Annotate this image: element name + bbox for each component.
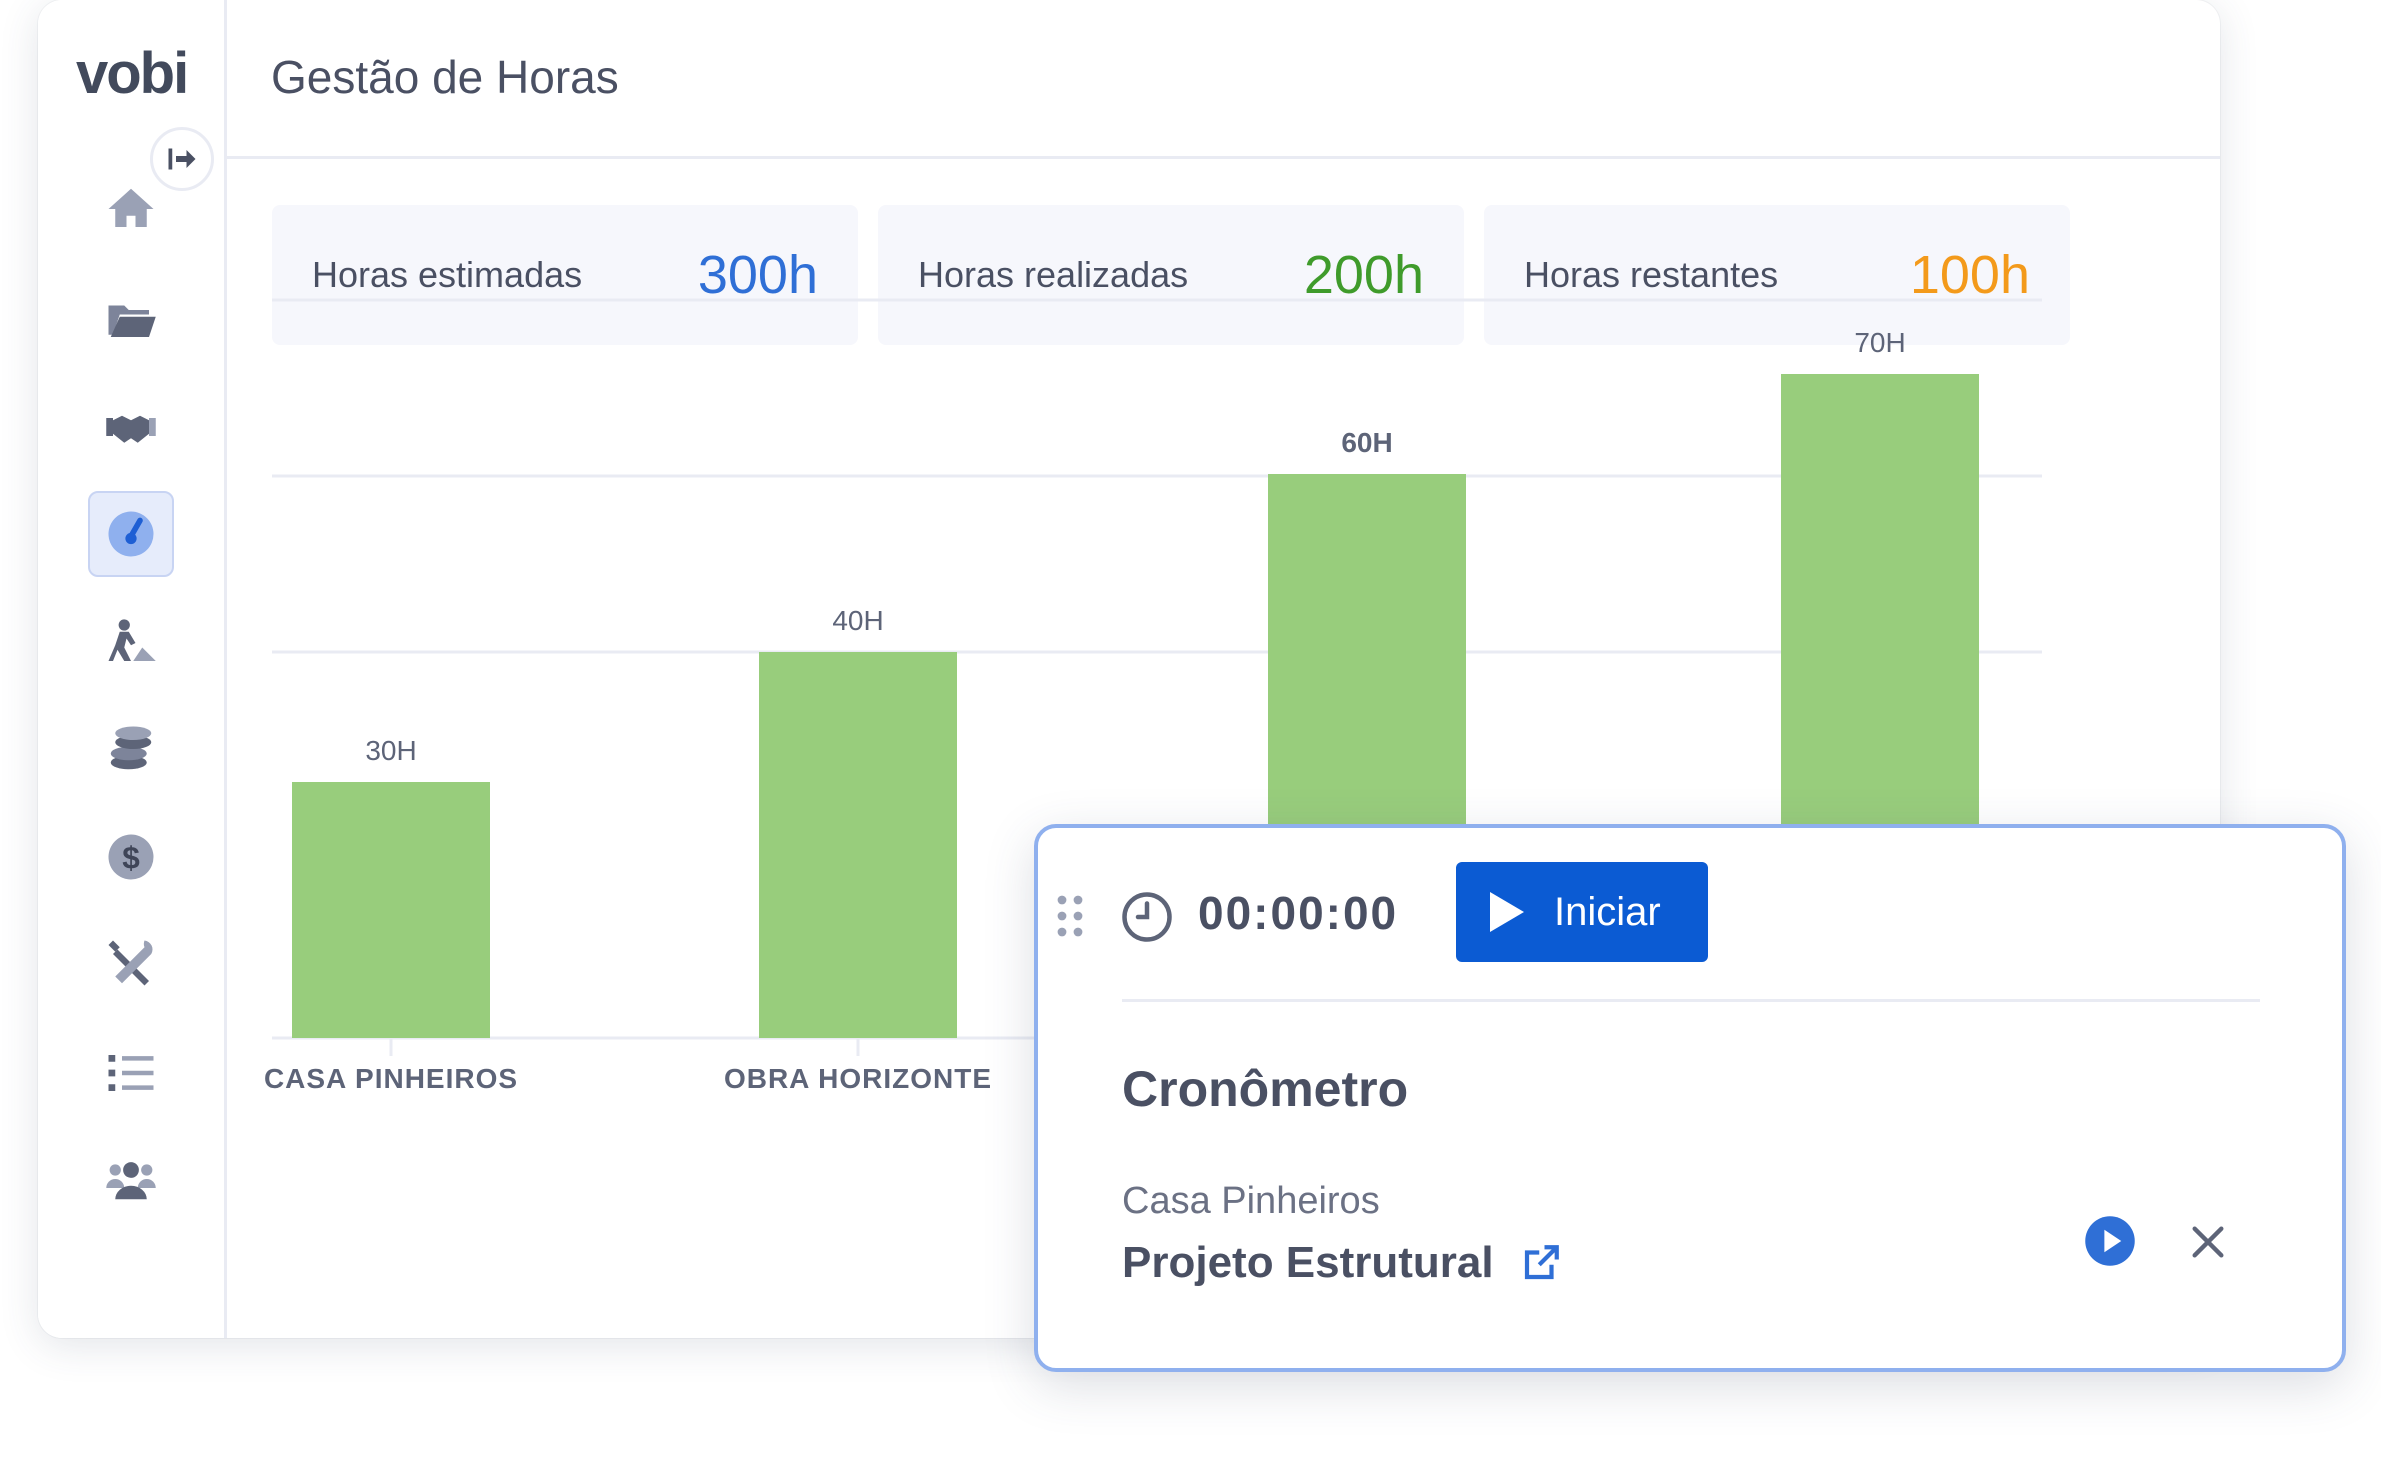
bar bbox=[292, 782, 490, 1038]
x-tick-label: OBRA HORIZONTE bbox=[724, 1063, 992, 1094]
start-timer-button[interactable]: Iniciar bbox=[1456, 862, 1708, 962]
bar-data-label: 40H bbox=[832, 605, 883, 636]
resume-task-button[interactable] bbox=[2083, 1214, 2137, 1268]
timer-title: Cronômetro bbox=[1122, 1061, 1409, 1117]
collapse-sidebar-button[interactable] bbox=[150, 127, 214, 191]
play-icon bbox=[1490, 892, 1524, 932]
timer-display: 00:00:00 bbox=[1198, 887, 1399, 939]
drag-handle-icon[interactable] bbox=[1056, 894, 1084, 938]
start-timer-label: Iniciar bbox=[1554, 889, 1661, 934]
timer-task: Projeto Estrutural bbox=[1122, 1238, 1562, 1288]
close-icon[interactable] bbox=[2188, 1222, 2228, 1262]
timer-panel: 00:00:00 Iniciar Cronômetro Casa Pinheir… bbox=[1034, 824, 2346, 1372]
bar bbox=[759, 652, 957, 1038]
arrow-right-icon bbox=[168, 148, 196, 170]
x-tick-label: CASA PINHEIROS bbox=[264, 1063, 518, 1094]
timer-project-name: Casa Pinheiros bbox=[1122, 1180, 1380, 1222]
external-link-icon[interactable] bbox=[1520, 1242, 1562, 1284]
timer-divider bbox=[1122, 999, 2260, 1002]
bar-data-label: 70H bbox=[1854, 327, 1905, 358]
bar-data-label: 30H bbox=[365, 735, 416, 766]
clock-icon bbox=[1122, 892, 1172, 942]
timer-task-name: Projeto Estrutural bbox=[1122, 1238, 1494, 1287]
bar-data-label: 60H bbox=[1341, 427, 1392, 458]
